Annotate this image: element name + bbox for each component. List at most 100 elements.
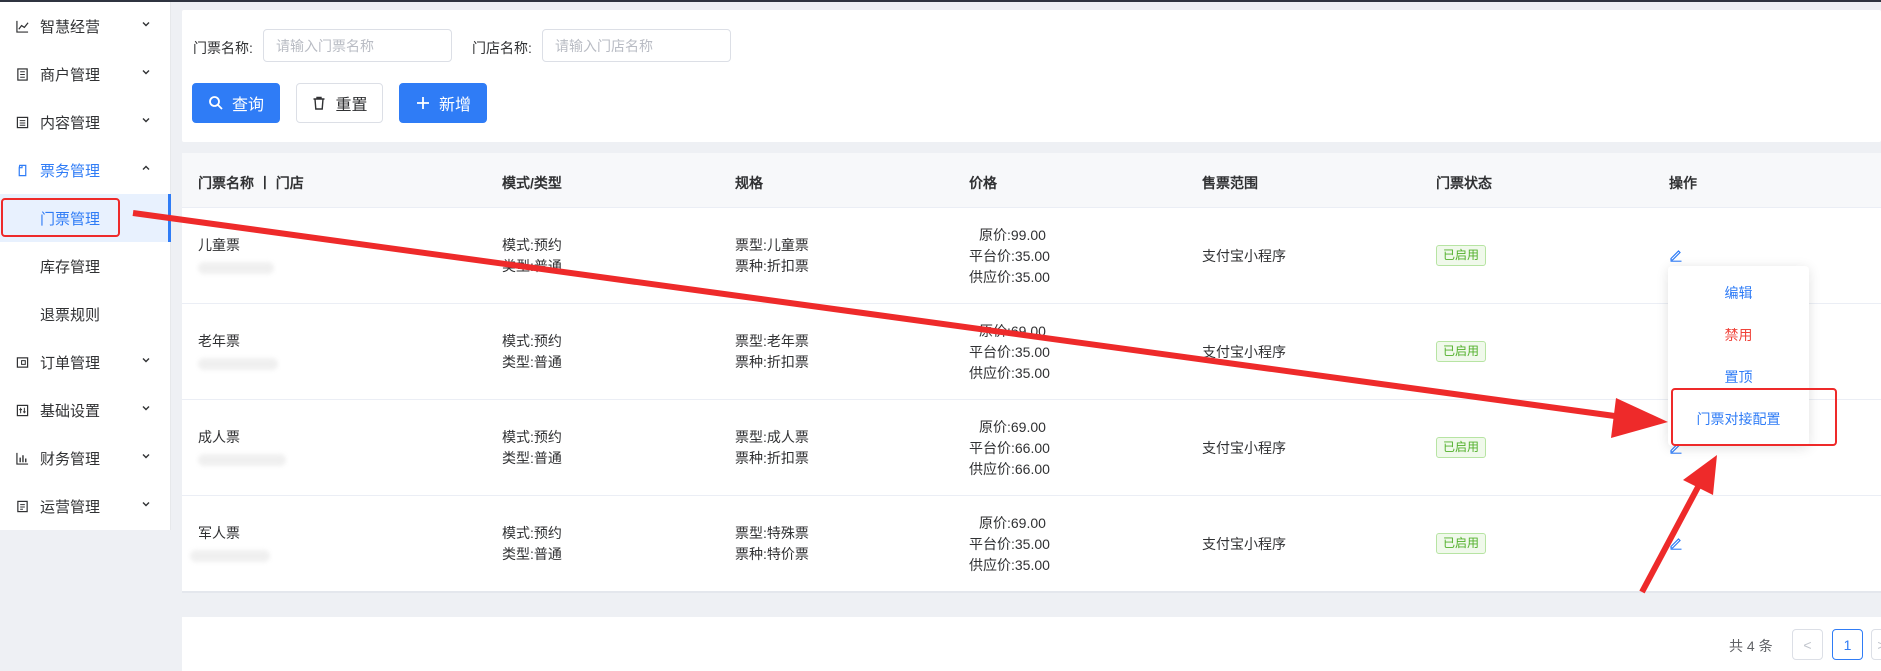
- ticket-kind: 票种:折扣票: [735, 354, 809, 370]
- store-name-label: 门店名称:: [472, 40, 532, 56]
- sidebar-subitem-label: 退票规则: [40, 306, 101, 324]
- chevron-left-icon: <: [1803, 636, 1812, 653]
- sidebar-item-label: 财务管理: [40, 450, 101, 468]
- sidebar-item-label: 商户管理: [40, 66, 101, 84]
- reset-button-label: 重置: [335, 97, 368, 114]
- type: 类型:普通: [502, 546, 562, 562]
- annotation-highlight-box: [1671, 388, 1837, 446]
- sidebar-item-operations[interactable]: 运营管理: [0, 482, 170, 530]
- header-status: 门票状态: [1436, 175, 1492, 191]
- document-icon: [16, 116, 29, 128]
- supply-price: 供应价:35.00: [969, 365, 1050, 381]
- ticket-name-input[interactable]: [263, 29, 452, 62]
- trash-icon: [313, 96, 325, 110]
- chevron-up-icon: [142, 165, 150, 170]
- status-badge: 已启用: [1436, 341, 1487, 362]
- sidebar-subitem-inventory[interactable]: 库存管理: [0, 242, 170, 290]
- blurred-store-name: [198, 454, 286, 466]
- sidebar-item-finance[interactable]: 财务管理: [0, 434, 170, 482]
- platform-price: 平台价:35.00: [969, 536, 1050, 552]
- ticket-name: 成人票: [198, 429, 240, 445]
- sidebar-item-basic-settings[interactable]: 基础设置: [0, 386, 170, 434]
- sidebar-item-label: 内容管理: [40, 114, 101, 132]
- sidebar-item-content[interactable]: 内容管理: [0, 98, 170, 146]
- chart-line-icon: [16, 20, 29, 33]
- ticket-name-label: 门票名称:: [193, 40, 253, 56]
- type: 类型:普通: [502, 354, 562, 370]
- query-button-label: 查询: [231, 97, 264, 114]
- search-icon: [209, 96, 223, 110]
- status-badge: 已启用: [1436, 437, 1487, 458]
- header-spec: 规格: [735, 175, 763, 191]
- sale-scope: 支付宝小程序: [1202, 440, 1286, 456]
- edit-icon[interactable]: [1669, 536, 1683, 550]
- ticket-table: 门票名称 丨 门店 模式/类型 规格 价格 售票范围 门票状态 操作 儿童票 模…: [182, 153, 1881, 593]
- sidebar-item-smart-operation[interactable]: 智慧经营: [0, 2, 170, 50]
- sidebar-item-orders[interactable]: 订单管理: [0, 338, 170, 386]
- mode: 模式:预约: [502, 525, 562, 541]
- reset-button[interactable]: 重置: [296, 83, 383, 123]
- supply-price: 供应价:35.00: [969, 269, 1050, 285]
- original-price: 原价:99.00: [979, 227, 1046, 243]
- ticket-kind: 票种:折扣票: [735, 258, 809, 274]
- mode: 模式:预约: [502, 237, 562, 253]
- page-button-1[interactable]: 1: [1832, 629, 1863, 660]
- ticket-kind: 票种:特价票: [735, 546, 809, 562]
- type: 类型:普通: [502, 450, 562, 466]
- sale-scope: 支付宝小程序: [1202, 536, 1286, 552]
- sidebar-item-merchant[interactable]: 商户管理: [0, 50, 170, 98]
- table-row: 成人票 模式:预约 类型:普通 票型:成人票 票种:折扣票 原价:69.00 平…: [182, 400, 1881, 496]
- pagination-total: 共 4 条: [1729, 638, 1773, 654]
- clipboard-icon: [17, 500, 28, 512]
- sidebar-item-label: 智慧经营: [40, 18, 101, 36]
- mode: 模式:预约: [502, 333, 562, 349]
- sidebar-item-label: 订单管理: [40, 354, 101, 372]
- original-price: 原价:69.00: [979, 515, 1046, 531]
- add-button-label: 新增: [438, 97, 471, 114]
- store-name-input[interactable]: [542, 29, 731, 62]
- ticket-type: 票型:成人票: [735, 429, 809, 445]
- ticket-kind: 票种:折扣票: [735, 450, 809, 466]
- supply-price: 供应价:66.00: [969, 461, 1050, 477]
- header-mode-type: 模式/类型: [502, 175, 562, 191]
- table-row: 老年票 模式:预约 类型:普通 票型:老年票 票种:折扣票 原价:69.00 平…: [182, 304, 1881, 400]
- chevron-right-icon: >: [1877, 637, 1881, 653]
- header-operations: 操作: [1669, 175, 1697, 191]
- platform-price: 平台价:35.00: [969, 344, 1050, 360]
- status-badge: 已启用: [1436, 533, 1487, 554]
- order-icon: [16, 356, 29, 368]
- header-name-store: 门票名称 丨 门店: [198, 175, 304, 191]
- page-number: 1: [1843, 636, 1852, 653]
- plus-icon: [416, 97, 429, 109]
- sidebar-subitem-ticket-management[interactable]: 门票管理: [0, 194, 171, 242]
- sidebar: 智慧经营 商户管理 内容管理 票务管理 门票管理 库存管理 退票规则 订单管理 …: [0, 2, 171, 670]
- chevron-down-icon: [142, 70, 150, 75]
- next-page-button[interactable]: >: [1871, 629, 1881, 660]
- ticket-type: 票型:老年票: [735, 333, 809, 349]
- dropdown-edit[interactable]: 编辑: [1668, 283, 1809, 303]
- sidebar-item-ticketing[interactable]: 票务管理: [0, 146, 170, 194]
- sidebar-subitem-label: 库存管理: [40, 258, 101, 276]
- query-button[interactable]: 查询: [192, 83, 280, 123]
- bar-chart-icon: [16, 452, 29, 465]
- prev-page-button[interactable]: <: [1792, 629, 1823, 660]
- chevron-down-icon: [142, 118, 150, 123]
- dropdown-pin[interactable]: 置顶: [1668, 367, 1809, 387]
- original-price: 原价:69.00: [979, 419, 1046, 435]
- header-sale-scope: 售票范围: [1202, 175, 1258, 191]
- chevron-down-icon: [142, 358, 150, 363]
- sidebar-menu: 智慧经营 商户管理 内容管理 票务管理 门票管理 库存管理 退票规则 订单管理 …: [0, 2, 171, 530]
- platform-price: 平台价:66.00: [969, 440, 1050, 456]
- ticket-name: 儿童票: [198, 237, 240, 253]
- header-price: 价格: [969, 175, 997, 191]
- building-icon: [17, 67, 28, 81]
- type: 类型:普通: [502, 258, 562, 274]
- table-header: 门票名称 丨 门店 模式/类型 规格 价格 售票范围 门票状态 操作: [182, 153, 1881, 208]
- add-button[interactable]: 新增: [399, 83, 487, 123]
- chevron-down-icon: [142, 502, 150, 507]
- sidebar-subitem-refund-rules[interactable]: 退票规则: [0, 290, 170, 338]
- dropdown-disable[interactable]: 禁用: [1668, 325, 1809, 345]
- edit-icon[interactable]: [1669, 248, 1683, 262]
- chevron-down-icon: [142, 454, 150, 459]
- table-row: 军人票 模式:预约 类型:普通 票型:特殊票 票种:特价票 原价:69.00 平…: [182, 496, 1881, 592]
